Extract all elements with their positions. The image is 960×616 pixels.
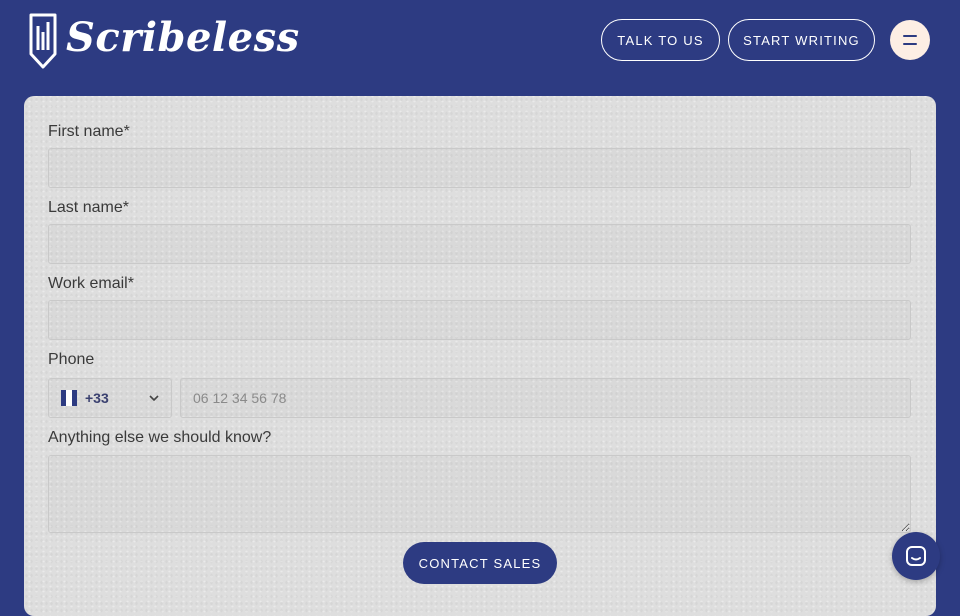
talk-to-us-button[interactable]: TALK TO US <box>601 19 720 61</box>
phone-input[interactable] <box>180 378 911 418</box>
country-code-select[interactable]: +33 <box>48 378 172 418</box>
notes-label: Anything else we should know? <box>48 429 272 446</box>
last-name-input[interactable] <box>48 224 911 264</box>
site-header: Scribeless TALK TO US START WRITING <box>0 0 960 84</box>
work-email-input[interactable] <box>48 300 911 340</box>
first-name-label: First name* <box>48 123 130 140</box>
hamburger-menu-icon-bar <box>903 43 917 45</box>
start-writing-button[interactable]: START WRITING <box>728 19 875 61</box>
pencil-logo-icon <box>29 13 57 69</box>
hamburger-menu-icon <box>903 35 917 37</box>
contact-sales-button[interactable]: CONTACT SALES <box>403 542 557 584</box>
contact-form-card: First name* Last name* Work email* Phone… <box>24 96 936 616</box>
notes-textarea[interactable] <box>48 455 911 533</box>
country-code-value: +33 <box>85 390 109 406</box>
first-name-input[interactable] <box>48 148 911 188</box>
brand-name: Scribeless <box>66 14 300 61</box>
chat-icon <box>906 546 926 566</box>
france-flag-icon <box>61 390 77 406</box>
menu-button[interactable] <box>890 20 930 60</box>
brand-logo[interactable]: Scribeless <box>28 12 300 70</box>
chevron-down-icon <box>149 395 159 402</box>
last-name-label: Last name* <box>48 199 129 216</box>
phone-label: Phone <box>48 351 95 368</box>
chat-launcher-button[interactable] <box>892 532 940 580</box>
work-email-label: Work email* <box>48 275 134 292</box>
